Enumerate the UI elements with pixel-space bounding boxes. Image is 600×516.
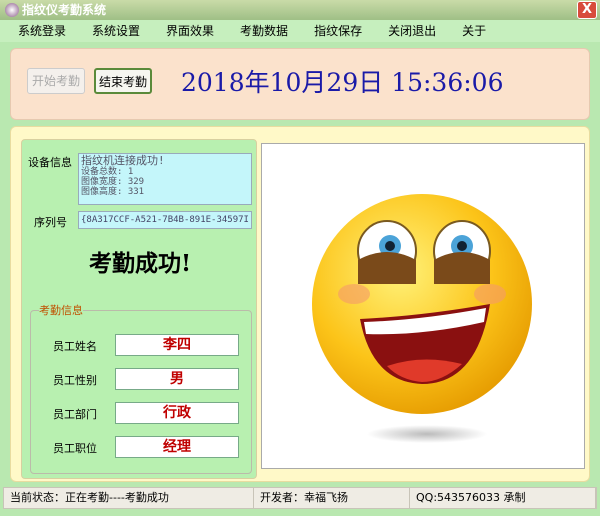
device-line: 图像宽度: 329 xyxy=(81,177,145,187)
status-qq: QQ:543576033 承制 xyxy=(410,488,596,508)
department-value[interactable]: 行政 xyxy=(115,402,239,424)
field-label: 员工姓名 xyxy=(53,340,97,353)
status-bar: 当前状态：正在考勤----考勤成功 开发者：幸福飞扬 QQ:543576033 … xyxy=(3,487,597,509)
field-label: 员工职位 xyxy=(53,442,97,455)
status-state: 当前状态：正在考勤----考勤成功 xyxy=(4,488,254,508)
device-line: 图像高度: 331 xyxy=(81,187,145,197)
menu-exit[interactable]: 关闭退出 xyxy=(388,20,436,42)
smiley-face-image xyxy=(312,194,532,443)
menu-appearance[interactable]: 界面效果 xyxy=(166,20,214,42)
gender-value[interactable]: 男 xyxy=(115,368,239,390)
attendance-info-group: 考勤信息 员工姓名 李四 员工性别 男 员工部门 行政 员工职位 经理 xyxy=(30,302,252,474)
serial-label: 序列号 xyxy=(34,216,67,229)
device-info-box: 指纹机连接成功! 设备总数: 1 图像宽度: 329 图像高度: 331 xyxy=(78,153,252,205)
name-value[interactable]: 李四 xyxy=(115,334,239,356)
result-message: 考勤成功! xyxy=(88,250,192,277)
menu-settings[interactable]: 系统设置 xyxy=(92,20,140,42)
menu-about[interactable]: 关于 xyxy=(462,20,486,42)
device-line: 指纹机连接成功! xyxy=(81,154,165,167)
menu-bar: 系统登录 系统设置 界面效果 考勤数据 指纹保存 关闭退出 关于 xyxy=(0,20,600,42)
app-icon xyxy=(5,3,19,17)
field-label: 员工性别 xyxy=(53,374,97,387)
start-attendance-button[interactable]: 开始考勤 xyxy=(27,68,85,94)
title-bar: 指纹仪考勤系统 X xyxy=(0,0,600,20)
attendance-info-legend: 考勤信息 xyxy=(39,304,83,317)
stop-attendance-button[interactable]: 结束考勤 xyxy=(94,68,152,94)
info-panel: 设备信息 指纹机连接成功! 设备总数: 1 图像宽度: 329 图像高度: 33… xyxy=(21,139,257,479)
device-info-label: 设备信息 xyxy=(28,156,72,169)
control-panel: 开始考勤 结束考勤 2018年10月29日 15:36:06 xyxy=(10,48,590,120)
menu-login[interactable]: 系统登录 xyxy=(18,20,66,42)
menu-data[interactable]: 考勤数据 xyxy=(240,20,288,42)
field-label: 员工部门 xyxy=(53,408,97,421)
close-button[interactable]: X xyxy=(577,1,597,19)
datetime-display: 2018年10月29日 15:36:06 xyxy=(181,68,504,97)
image-frame xyxy=(261,143,585,469)
menu-save-fingerprint[interactable]: 指纹保存 xyxy=(314,20,362,42)
serial-field[interactable]: {8A317CCF-A521-7B4B-891E-34597I xyxy=(78,211,252,229)
window-title: 指纹仪考勤系统 xyxy=(22,3,107,17)
main-panel: 设备信息 指纹机连接成功! 设备总数: 1 图像宽度: 329 图像高度: 33… xyxy=(10,126,590,482)
status-developer: 开发者：幸福飞扬 xyxy=(254,488,410,508)
device-line: 设备总数: 1 xyxy=(81,167,134,177)
position-value[interactable]: 经理 xyxy=(115,436,239,458)
